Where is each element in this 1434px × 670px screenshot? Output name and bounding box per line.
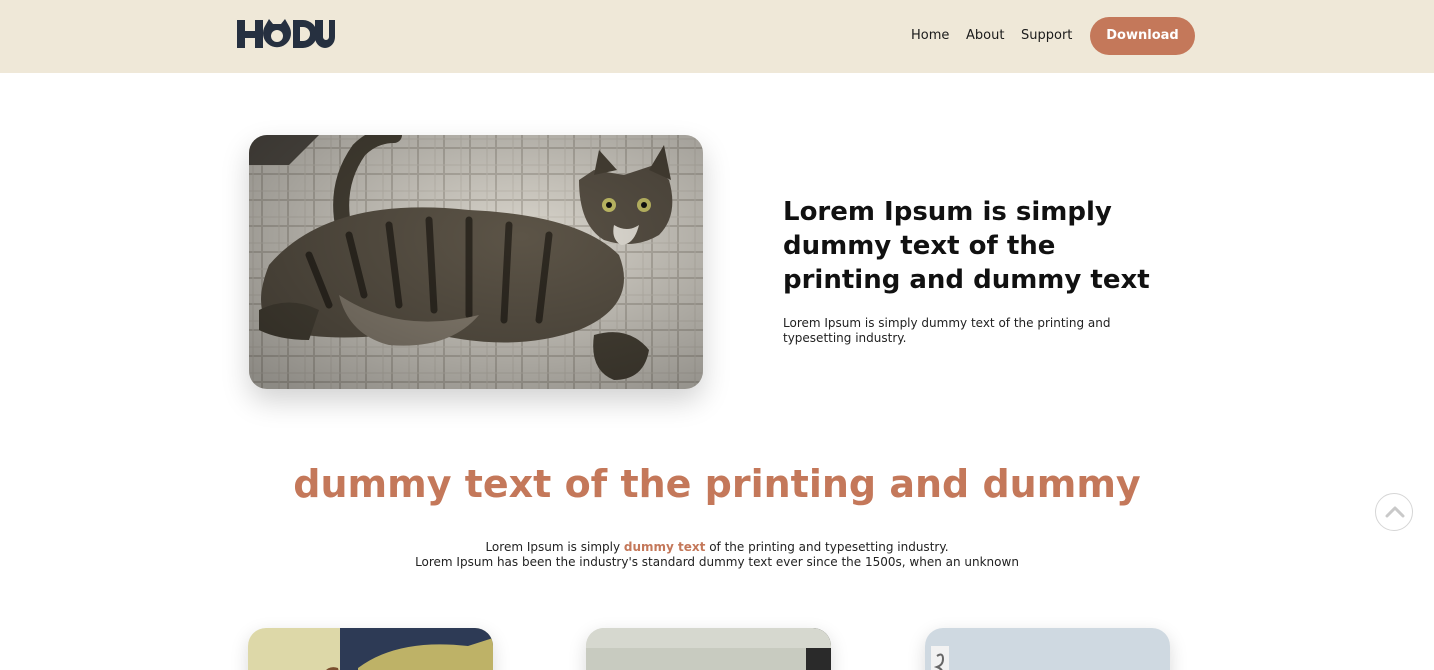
site-header: Home About Support Download	[0, 0, 1434, 73]
nav-about-link[interactable]: About	[966, 28, 1004, 43]
nav-support-link[interactable]: Support	[1021, 28, 1072, 43]
gallery-card-1[interactable]	[248, 628, 493, 670]
section-highlight: dummy text	[623, 540, 706, 554]
hero-cat-photo	[249, 135, 703, 389]
section-description: Lorem Ipsum is simply dummy text of the …	[0, 540, 1434, 570]
download-button[interactable]: Download	[1090, 17, 1195, 55]
hero-heading: Lorem Ipsum is simply dummy text of the …	[783, 197, 1150, 295]
chevron-up-icon	[1385, 506, 1405, 518]
section-line-1-start: Lorem Ipsum is simply	[485, 540, 624, 554]
section-line-2: Lorem Ipsum has been the industry's stan…	[415, 555, 1019, 569]
section-heading: dummy text of the printing and dummy	[293, 462, 1141, 506]
section-line-1: Lorem Ipsum is simply dummy text of the …	[0, 540, 1434, 555]
hero-description: Lorem Ipsum is simply dummy text of the …	[783, 316, 1111, 345]
gallery-card-2[interactable]	[586, 628, 831, 670]
nav-home-link[interactable]: Home	[911, 28, 949, 43]
scroll-to-top-button[interactable]	[1375, 493, 1413, 531]
gallery-card-3[interactable]	[925, 628, 1170, 670]
section-line-1-end: of the printing and typesetting industry…	[705, 540, 949, 554]
hodu-logo[interactable]	[235, 16, 335, 52]
